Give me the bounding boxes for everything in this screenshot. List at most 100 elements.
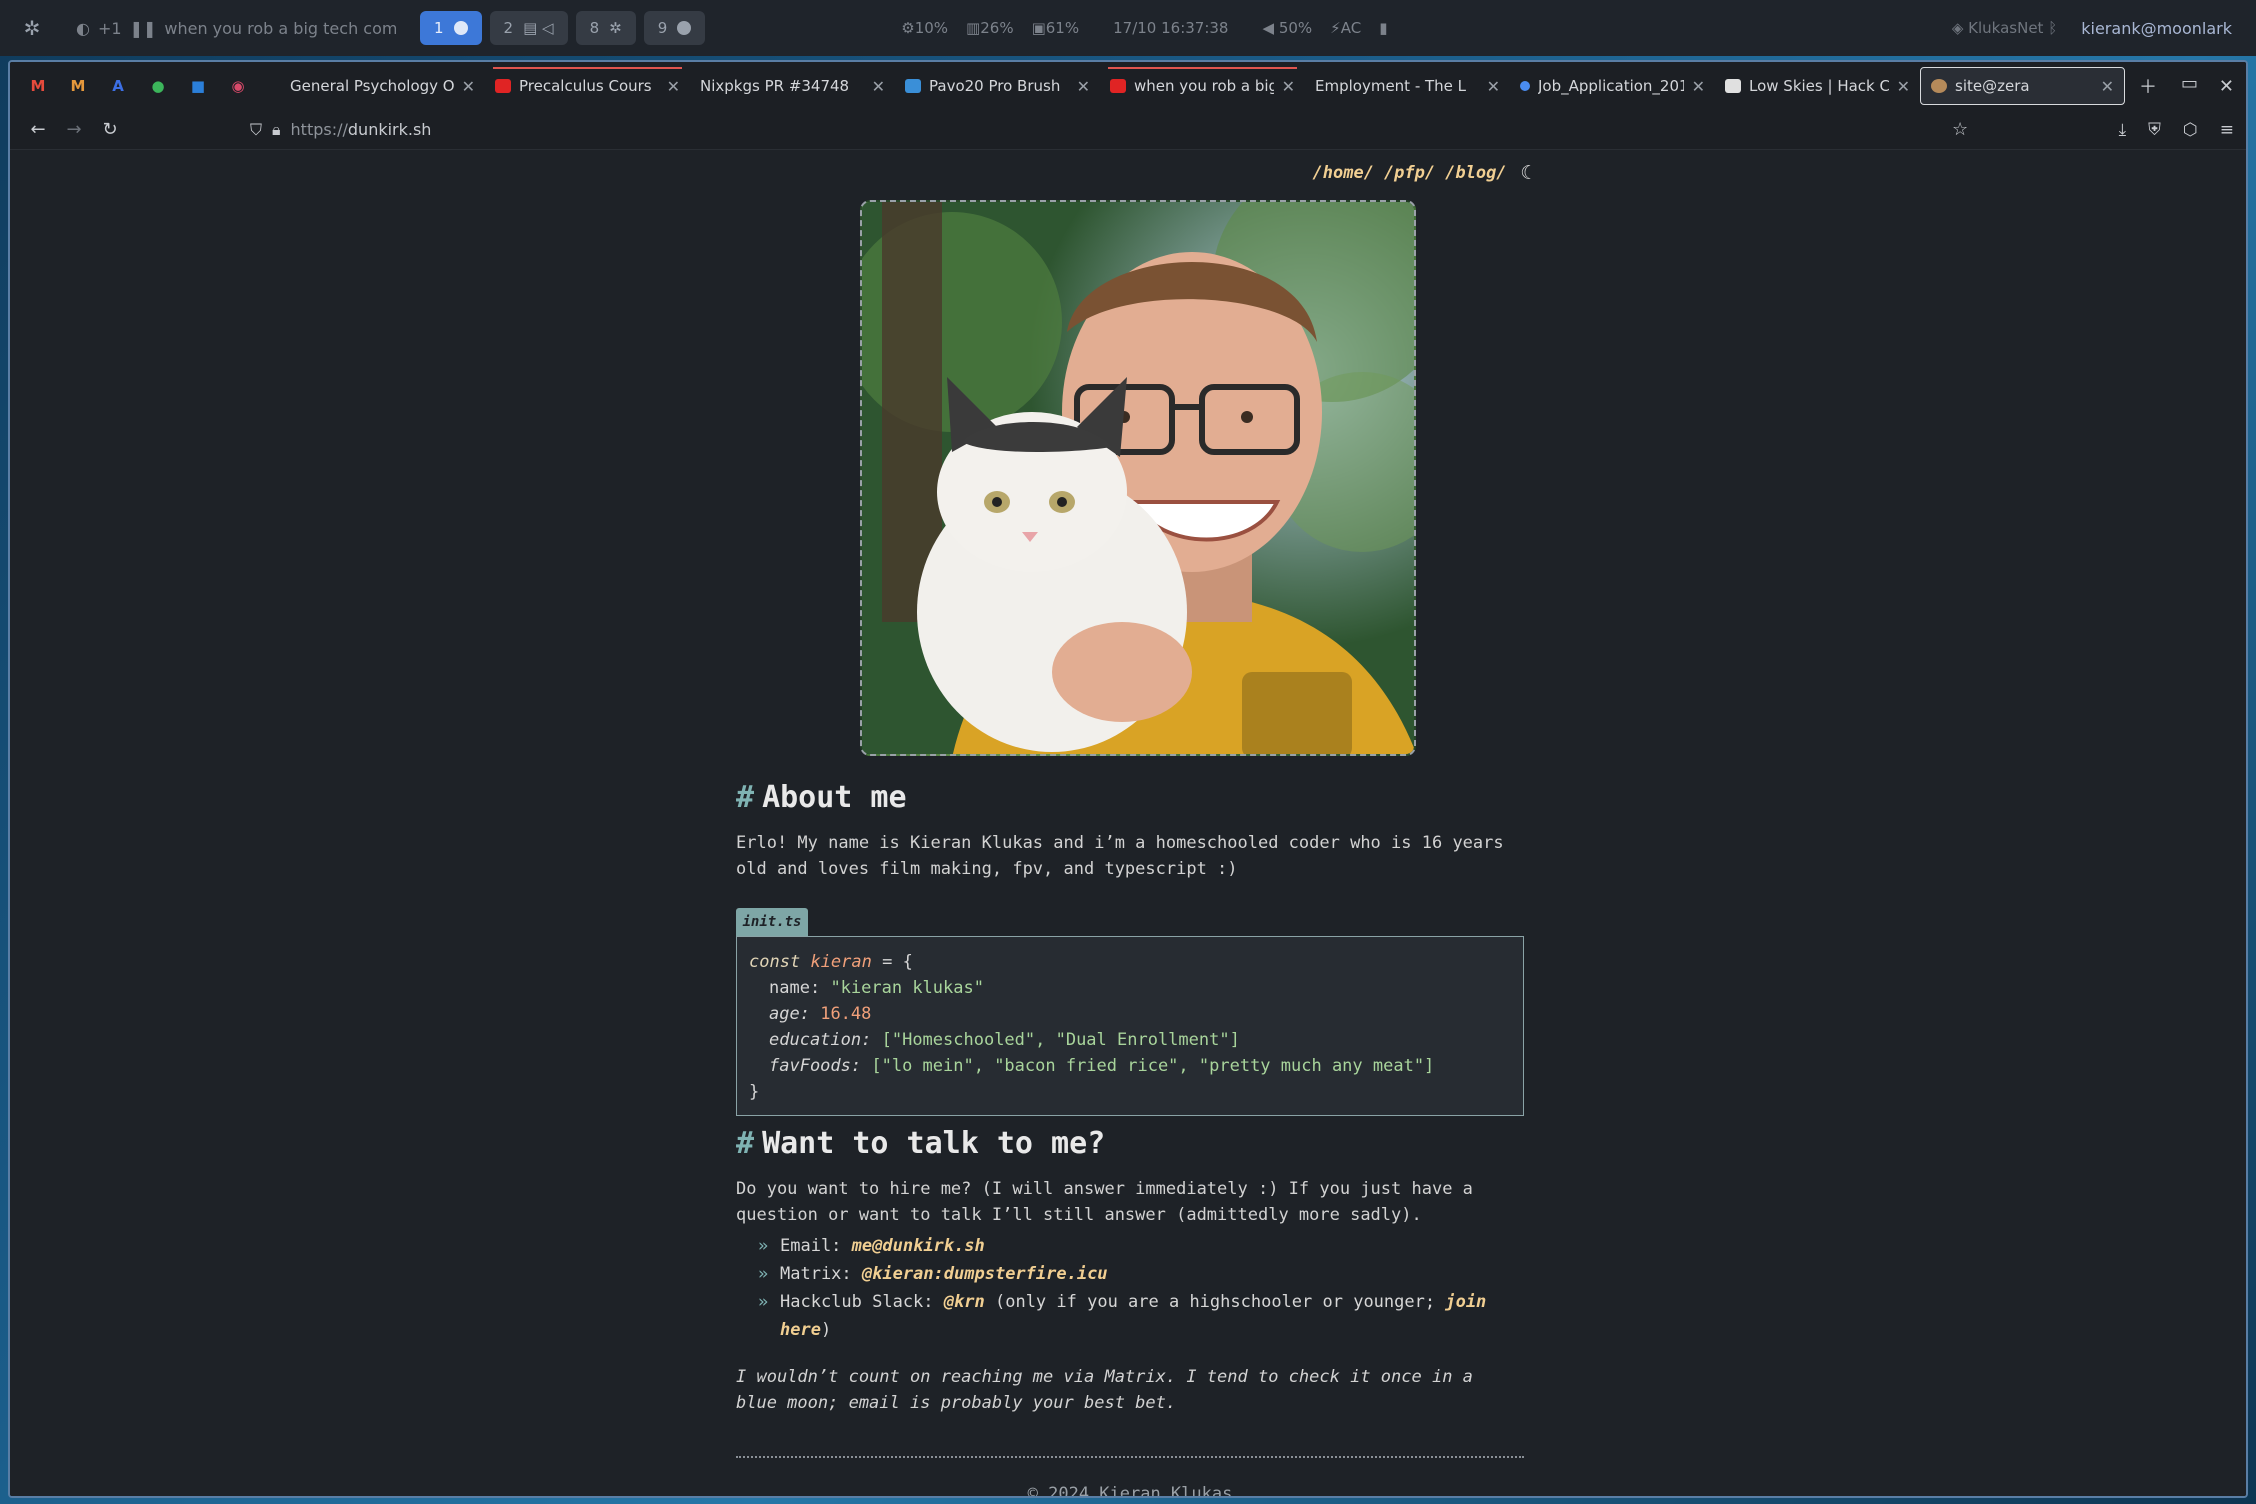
url-text[interactable]: https://dunkirk.sh (291, 120, 432, 139)
cpu-stat: ⚙10% (901, 19, 948, 37)
star-icon[interactable]: ☆ (1952, 119, 1968, 140)
workspace-number: 1 (434, 19, 444, 37)
code-filename-tab: init.ts (736, 908, 808, 936)
close-window-icon[interactable]: ✕ (2219, 76, 2234, 97)
volume-value: 50% (1278, 19, 1313, 37)
close-icon[interactable]: ✕ (1077, 77, 1090, 96)
code-line: name: "kieran klukas" (769, 978, 984, 998)
close-icon[interactable]: ✕ (2101, 77, 2114, 96)
close-icon[interactable]: ✕ (462, 77, 475, 96)
menu-icon[interactable]: ≡ (2220, 120, 2234, 140)
moon-icon[interactable]: ☾ (1521, 162, 1532, 184)
close-icon[interactable]: ✕ (1282, 77, 1295, 96)
code-line: const kieran = { (749, 952, 913, 972)
pinned-tab-gmail-2[interactable]: M (58, 66, 98, 106)
clock[interactable]: 17/10 16:37:38 (1113, 19, 1228, 37)
system-stats: ⚙10% ▥26% ▣61% 17/10 16:37:38 ◀ 50% ⚡AC … (901, 19, 1387, 37)
disk-value: 61% (1045, 19, 1080, 37)
new-tab-icon[interactable]: ＋ (2139, 73, 2157, 99)
youtube-icon (495, 79, 511, 93)
gmail-icon: M (70, 77, 86, 95)
about-heading: # About me (736, 780, 907, 815)
nav-home-link[interactable]: /home/ (1313, 163, 1374, 183)
tab-rob-big-tech[interactable]: when you rob a big ✕ (1100, 67, 1305, 105)
volume-stat[interactable]: ◀ 50% (1262, 19, 1312, 37)
workspace-9[interactable]: 9 (643, 11, 706, 45)
app-icon: ▤ ◁ (523, 19, 554, 37)
tab-general-psychology[interactable]: General Psychology Or ✕ (280, 67, 485, 105)
media-widget[interactable]: ◐ +1 ❚❚ when you rob a big tech compan..… (76, 19, 396, 38)
extension-icon[interactable]: ⬡ (2183, 120, 2198, 140)
talk-heading-text: Want to talk to me? (762, 1126, 1106, 1161)
user-label: kierank@moonlark (2081, 18, 2232, 38)
app-a-icon: A (112, 77, 124, 95)
tab-precalculus[interactable]: Precalculus Cours ✕ (485, 67, 690, 105)
workspace-2[interactable]: 2 ▤ ◁ (489, 11, 568, 45)
workspace-number: 8 (589, 19, 600, 37)
close-icon[interactable]: ✕ (1692, 77, 1705, 96)
network-stat[interactable]: ◈ KlukasNet ᛒ (1952, 19, 2057, 37)
heading-hash: # (736, 1126, 755, 1161)
browser-window: M M A ● ■ ◉ General Psychology Or ✕ Preca… (8, 60, 2248, 1498)
tab-site-zera[interactable]: site@zera ✕ (1920, 67, 2125, 105)
code-line: } (749, 1082, 760, 1102)
pinned-tab-gmail[interactable]: M (18, 66, 58, 106)
navigation-bar: ← → ↻ ⛉ 🔒︎ https://dunkirk.sh ☆ ⤓ ⛨ ⬡ ≡ (10, 110, 2246, 150)
pinned-tab-a[interactable]: A (98, 66, 138, 106)
workspace-8[interactable]: 8 ✲ (575, 11, 636, 45)
slack-link[interactable]: @krn (944, 1292, 985, 1312)
toolbar-right: ⤓ ⛨ ⬡ ≡ (2119, 120, 2234, 140)
list-item: Email: me@dunkirk.sh (736, 1232, 1524, 1260)
download-icon[interactable]: ⤓ (2119, 120, 2127, 140)
bitwarden-icon[interactable]: ⛨ (2148, 120, 2161, 140)
nav-pfp-link[interactable]: /pfp/ (1384, 163, 1435, 183)
outlook-icon: ■ (190, 77, 206, 95)
memory-stat: ▥26% (966, 19, 1014, 37)
matrix-link[interactable]: @kieran:dumpsterfire.icu (862, 1264, 1108, 1284)
close-icon[interactable]: ✕ (1897, 77, 1910, 96)
pinned-tab-circle[interactable]: ◉ (218, 66, 258, 106)
back-icon[interactable]: ← (20, 119, 56, 140)
tab-list-icon[interactable]: ▭ (2181, 73, 2198, 99)
shield-icon[interactable]: ⛉ (250, 120, 262, 140)
cpu-icon: ⚙ (901, 19, 915, 37)
tab-low-skies[interactable]: Low Skies | Hack Cl ✕ (1715, 67, 1920, 105)
reload-icon[interactable]: ↻ (92, 119, 128, 140)
power-stat: ⚡AC (1330, 19, 1361, 37)
close-icon[interactable]: ✕ (667, 77, 680, 96)
close-icon[interactable]: ✕ (1487, 77, 1500, 96)
app-icon (677, 21, 692, 35)
pinned-tab-outlook[interactable]: ■ (178, 66, 218, 106)
tab-pavo20[interactable]: Pavo20 Pro Brush ✕ (895, 67, 1100, 105)
nav-blog-link[interactable]: /blog/ (1445, 163, 1506, 183)
tab-title: Nixpkgs PR #34748 (700, 77, 850, 95)
about-text: Erlo! My name is Kieran Klukas and i’m a… (736, 833, 1504, 879)
contact-list: Email: me@dunkirk.sh Matrix: @kieran:dum… (736, 1232, 1524, 1344)
media-icon: ◐ (76, 18, 90, 38)
site-nav: /home/ /pfp/ /blog/ ☾ (1313, 162, 1532, 184)
heading-hash: # (736, 780, 755, 815)
pause-icon[interactable]: ❚❚ (130, 19, 157, 38)
workspace-switcher: 1 2 ▤ ◁ 8 ✲ 9 (420, 11, 706, 45)
tab-nixpkgs-pr[interactable]: Nixpkgs PR #34748 ✕ (690, 67, 895, 105)
email-link[interactable]: me@dunkirk.sh (852, 1236, 985, 1256)
close-icon[interactable]: ✕ (872, 77, 885, 96)
system-right: ◈ KlukasNet ᛒ kierank@moonlark (1952, 19, 2232, 38)
audio-indicator (1108, 67, 1297, 69)
url-bar[interactable]: ⛉ 🔒︎ https://dunkirk.sh (250, 120, 431, 140)
leaf-icon: ● (151, 77, 165, 95)
list-item: Matrix: @kieran:dumpsterfire.icu (736, 1260, 1524, 1288)
pinned-tab-leaf[interactable]: ● (138, 66, 178, 106)
system-top-bar: ✲ ◐ +1 ❚❚ when you rob a big tech compan… (0, 0, 2256, 56)
lock-icon[interactable]: 🔒︎ (272, 120, 281, 140)
settings-icon[interactable]: ✲ (12, 8, 52, 48)
workspace-1[interactable]: 1 (420, 11, 482, 45)
code-block: const kieran = { name: "kieran klukas" a… (736, 936, 1524, 1116)
site-icon (905, 79, 921, 93)
app-icon (453, 21, 468, 35)
tab-job-application[interactable]: Job_Application_201 ✕ (1510, 67, 1715, 105)
footer-divider (736, 1456, 1524, 1458)
tab-employment[interactable]: Employment - The L ✕ (1305, 67, 1510, 105)
forward-icon[interactable]: → (56, 119, 92, 140)
cpu-value: 10% (914, 19, 949, 37)
